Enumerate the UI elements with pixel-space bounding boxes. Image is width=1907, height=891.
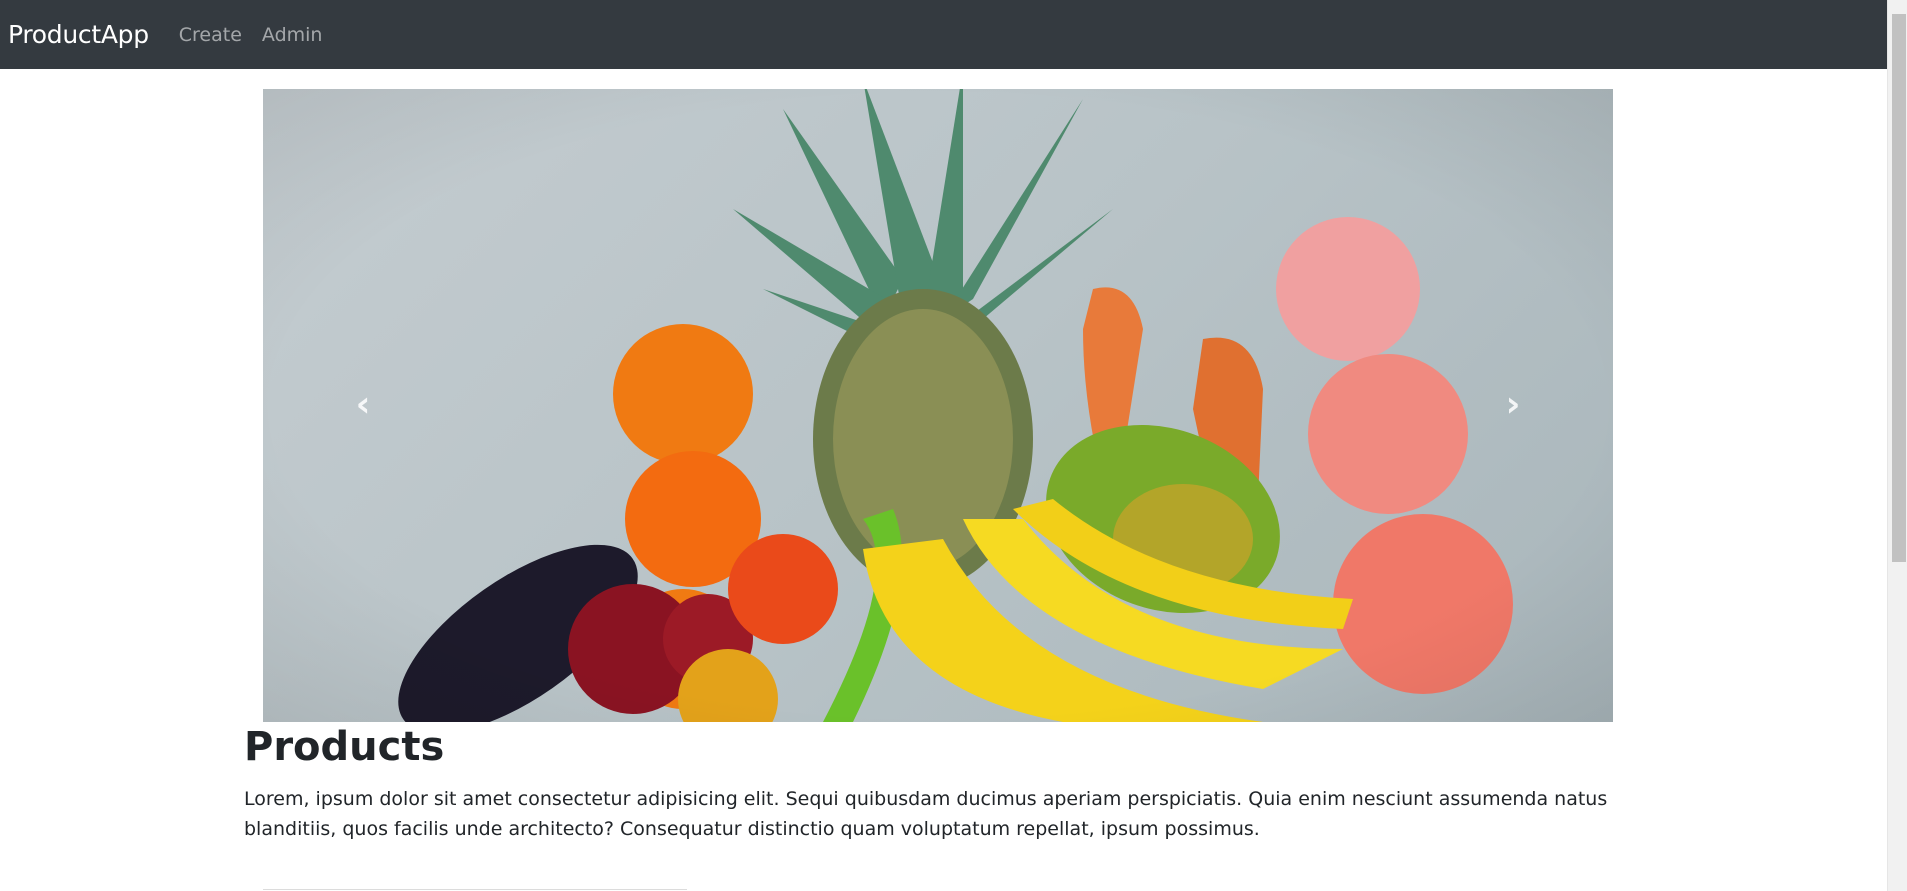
chevron-right-icon: › — [1505, 383, 1521, 425]
top-navbar: ProductApp Create Admin — [0, 0, 1887, 69]
nav-link-admin[interactable]: Admin — [262, 24, 323, 46]
page-description: Lorem, ipsum dolor sit amet consectetur … — [244, 788, 1608, 840]
vertical-scrollbar[interactable] — [1887, 0, 1907, 891]
brand-link[interactable]: ProductApp — [8, 20, 149, 49]
nav-link-create[interactable]: Create — [179, 24, 242, 46]
scrollbar-thumb[interactable] — [1892, 14, 1906, 562]
page-title: Products — [244, 724, 445, 770]
product-card-top-edge — [263, 889, 687, 890]
carousel-prev-button[interactable]: ‹ — [343, 379, 383, 429]
fruits-image — [263, 89, 1613, 722]
hero-carousel: ‹ › — [263, 89, 1613, 722]
carousel-next-button[interactable]: › — [1493, 379, 1533, 429]
chevron-left-icon: ‹ — [355, 383, 371, 425]
